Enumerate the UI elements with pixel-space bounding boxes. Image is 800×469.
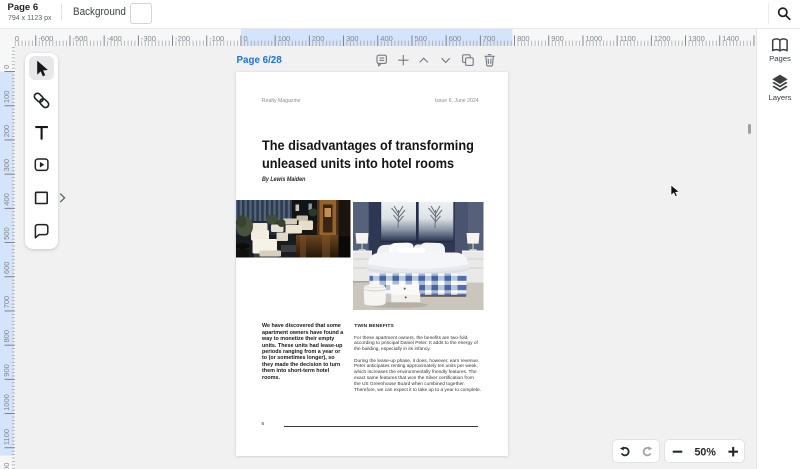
- svg-text:800: 800: [517, 34, 530, 43]
- svg-text:400: 400: [380, 34, 393, 43]
- svg-text:700: 700: [2, 296, 11, 309]
- svg-text:200: 200: [2, 125, 11, 138]
- svg-text:300: 300: [2, 159, 11, 172]
- svg-text:200: 200: [312, 34, 325, 43]
- svg-text:500: 500: [415, 34, 428, 43]
- svg-text:800: 800: [2, 330, 11, 343]
- svg-text:900: 900: [551, 34, 564, 43]
- svg-text:600: 600: [449, 34, 462, 43]
- svg-text:100: 100: [2, 91, 11, 104]
- svg-text:600: 600: [2, 262, 11, 275]
- svg-text:900: 900: [2, 364, 11, 377]
- svg-text:1200: 1200: [2, 463, 11, 469]
- svg-text:50%: 50%: [694, 446, 716, 458]
- svg-text:100: 100: [278, 34, 291, 43]
- svg-text:500: 500: [2, 227, 11, 240]
- svg-text:1000: 1000: [2, 394, 11, 411]
- svg-text:300: 300: [346, 34, 359, 43]
- svg-text:0: 0: [2, 65, 11, 69]
- svg-text:1100: 1100: [2, 429, 11, 445]
- svg-text:700: 700: [483, 34, 496, 43]
- svg-text:400: 400: [2, 193, 11, 206]
